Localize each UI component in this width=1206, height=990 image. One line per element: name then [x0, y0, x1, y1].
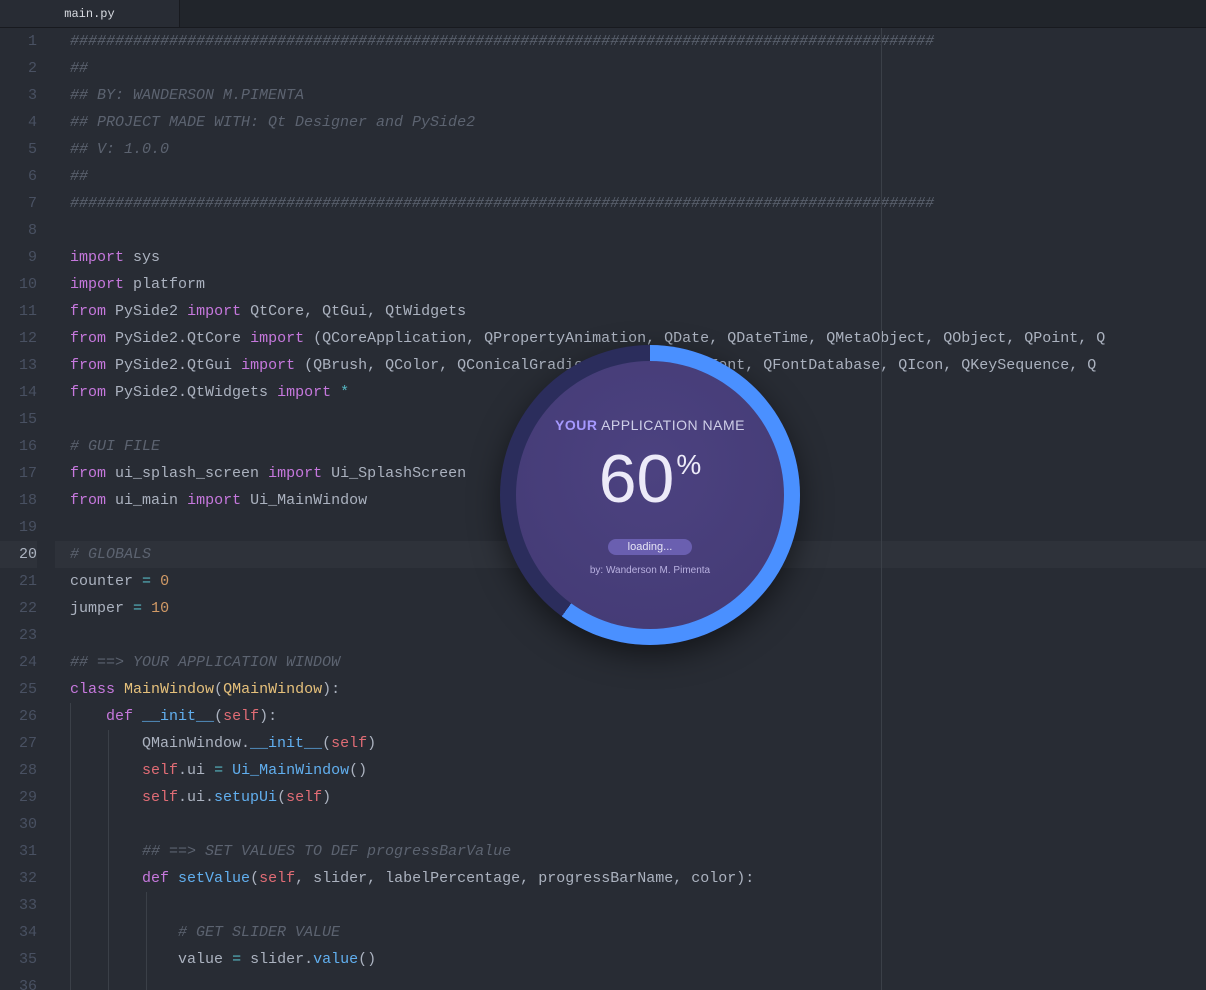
- code-line[interactable]: ## ==> YOUR APPLICATION WINDOW: [55, 649, 1206, 676]
- code-line[interactable]: from PySide2.QtCore import (QCoreApplica…: [55, 325, 1206, 352]
- code-line[interactable]: from PySide2 import QtCore, QtGui, QtWid…: [55, 298, 1206, 325]
- code-line[interactable]: counter = 0: [55, 568, 1206, 595]
- code-line[interactable]: [55, 406, 1206, 433]
- tab-bar: main.py: [0, 0, 1206, 28]
- code-line[interactable]: [55, 811, 1206, 838]
- code-line[interactable]: [55, 892, 1206, 919]
- code-line[interactable]: from PySide2.QtGui import (QBrush, QColo…: [55, 352, 1206, 379]
- code-line[interactable]: ## ==> SET VALUES TO DEF progressBarValu…: [55, 838, 1206, 865]
- code-line[interactable]: from ui_splash_screen import Ui_SplashSc…: [55, 460, 1206, 487]
- code-area[interactable]: ########################################…: [55, 28, 1206, 990]
- code-line[interactable]: # GET SLIDER VALUE: [55, 919, 1206, 946]
- column-ruler: [881, 28, 882, 990]
- code-line[interactable]: ########################################…: [55, 190, 1206, 217]
- code-line[interactable]: import platform: [55, 271, 1206, 298]
- code-line[interactable]: class MainWindow(QMainWindow):: [55, 676, 1206, 703]
- code-line[interactable]: jumper = 10: [55, 595, 1206, 622]
- code-line[interactable]: # GLOBALS: [55, 541, 1206, 568]
- tab-main-py[interactable]: main.py: [0, 0, 180, 27]
- code-line[interactable]: self.ui.setupUi(self): [55, 784, 1206, 811]
- code-line[interactable]: def __init__(self):: [55, 703, 1206, 730]
- code-line[interactable]: [55, 622, 1206, 649]
- code-line[interactable]: self.ui = Ui_MainWindow(): [55, 757, 1206, 784]
- code-line[interactable]: def setValue(self, slider, labelPercenta…: [55, 865, 1206, 892]
- code-line[interactable]: [55, 973, 1206, 990]
- code-line[interactable]: import sys: [55, 244, 1206, 271]
- code-line[interactable]: ########################################…: [55, 28, 1206, 55]
- code-line[interactable]: ##: [55, 55, 1206, 82]
- code-line[interactable]: ##: [55, 163, 1206, 190]
- code-line[interactable]: value = slider.value(): [55, 946, 1206, 973]
- code-line[interactable]: ## BY: WANDERSON M.PIMENTA: [55, 82, 1206, 109]
- code-line[interactable]: from ui_main import Ui_MainWindow: [55, 487, 1206, 514]
- code-line[interactable]: [55, 514, 1206, 541]
- line-gutter: 1234567891011121314151617181920212223242…: [0, 28, 55, 990]
- code-line[interactable]: [55, 217, 1206, 244]
- code-line[interactable]: # GUI FILE: [55, 433, 1206, 460]
- code-line[interactable]: ## V: 1.0.0: [55, 136, 1206, 163]
- code-editor[interactable]: 1234567891011121314151617181920212223242…: [0, 28, 1206, 990]
- tab-filename: main.py: [64, 7, 114, 21]
- code-line[interactable]: QMainWindow.__init__(self): [55, 730, 1206, 757]
- code-line[interactable]: ## PROJECT MADE WITH: Qt Designer and Py…: [55, 109, 1206, 136]
- code-line[interactable]: from PySide2.QtWidgets import *: [55, 379, 1206, 406]
